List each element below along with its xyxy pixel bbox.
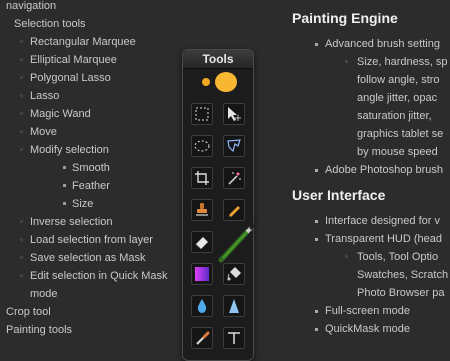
eraser-icon xyxy=(195,237,208,249)
paint-bucket-tool[interactable] xyxy=(223,263,245,285)
secondary-color-swatch[interactable] xyxy=(215,72,237,92)
pencil-tool[interactable] xyxy=(223,199,245,221)
lasso-tool[interactable] xyxy=(223,135,245,157)
magic-wand-tool[interactable] xyxy=(223,167,245,189)
outline-item[interactable]: Selection tools xyxy=(6,15,181,33)
color-swatches[interactable] xyxy=(197,72,239,94)
bullet-continuation: Swatches, Scratch xyxy=(357,269,449,281)
outline-item[interactable]: Elliptical Marquee xyxy=(6,51,181,69)
stamp-icon xyxy=(196,203,208,216)
gradient-tool[interactable] xyxy=(191,263,213,285)
bullet-continuation: Photo Browser pa xyxy=(357,287,445,299)
outline-item[interactable]: Lasso xyxy=(6,87,181,105)
tools-panel-title[interactable]: Tools xyxy=(183,50,253,69)
outline-item[interactable]: Load selection from layer xyxy=(6,231,170,249)
section-heading: Painting Engine xyxy=(292,10,398,26)
outline-item[interactable]: Edit selection in Quick Mask mode xyxy=(6,267,170,303)
bullet-item: Size, hardness, sp xyxy=(292,53,450,71)
elliptical-marquee-tool[interactable] xyxy=(191,135,213,157)
outline-item[interactable]: Smooth xyxy=(6,159,181,177)
left-outline: navigation Selection tools Rectangular M… xyxy=(6,0,181,339)
bullet-continuation: angle jitter, opac xyxy=(357,92,438,104)
pencil-icon xyxy=(228,206,240,218)
magic-wand-icon xyxy=(228,172,241,185)
outline-item[interactable]: Polygonal Lasso xyxy=(6,69,181,87)
outline-item[interactable]: Rectangular Marquee xyxy=(6,33,181,51)
outline-item[interactable]: Size xyxy=(6,195,181,213)
paint-bucket-icon xyxy=(227,267,241,281)
primary-color-swatch[interactable] xyxy=(202,78,210,86)
clone-stamp-tool[interactable] xyxy=(191,199,213,221)
bullet-continuation: follow angle, stro xyxy=(357,74,440,86)
section-heading: User Interface xyxy=(292,187,386,203)
bullet-continuation: graphics tablet se xyxy=(357,128,444,140)
brush-tool[interactable] xyxy=(217,220,261,264)
outline-item[interactable]: Move xyxy=(6,123,181,141)
bullet-continuation: saturation jitter, xyxy=(357,110,432,122)
bullet-continuation: by mouse speed xyxy=(357,146,438,158)
feature-document: Painting Engine Advanced brush setting S… xyxy=(292,0,450,338)
sharpen-tool[interactable] xyxy=(223,295,245,317)
outline-item[interactable]: Inverse selection xyxy=(6,213,181,231)
blur-tool[interactable] xyxy=(191,295,213,317)
brush-icon xyxy=(218,220,259,263)
tools-panel[interactable]: Tools xyxy=(182,49,259,361)
rectangular-marquee-tool[interactable] xyxy=(191,103,213,125)
crop-icon xyxy=(195,171,209,185)
move-tool[interactable] xyxy=(223,103,245,125)
bullet-item: Full-screen mode xyxy=(292,302,450,320)
outline-item[interactable]: Magic Wand xyxy=(6,105,181,123)
gradient-icon xyxy=(195,267,209,281)
outline-item[interactable]: Save selection as Mask xyxy=(6,249,181,267)
outline-item[interactable]: Painting tools xyxy=(6,321,181,339)
blur-drop-icon xyxy=(197,299,207,313)
bullet-item: Transparent HUD (head xyxy=(292,230,450,248)
eyedropper-icon xyxy=(196,331,210,345)
elliptical-marquee-icon xyxy=(194,140,210,152)
outline-item[interactable]: Modify selection xyxy=(6,141,181,159)
text-icon xyxy=(228,332,240,344)
eyedropper-tool[interactable] xyxy=(191,327,213,349)
bullet-item: Tools, Tool Optio xyxy=(292,248,450,266)
outline-item[interactable]: navigation xyxy=(6,0,181,15)
bullet-item: Advanced brush setting xyxy=(292,35,450,53)
bullet-item: Adobe Photoshop brush xyxy=(292,161,450,179)
sharpen-icon xyxy=(229,299,239,313)
eraser-tool[interactable] xyxy=(191,231,213,253)
bullet-item: Interface designed for v xyxy=(292,212,450,230)
lasso-icon xyxy=(227,139,241,153)
text-tool[interactable] xyxy=(223,327,245,349)
crop-tool[interactable] xyxy=(191,167,213,189)
move-icon xyxy=(228,107,241,121)
bullet-item: QuickMask mode xyxy=(292,320,450,338)
outline-item[interactable]: Crop tool xyxy=(6,303,181,321)
outline-item[interactable]: Feather xyxy=(6,177,181,195)
rectangular-marquee-icon xyxy=(195,107,209,121)
